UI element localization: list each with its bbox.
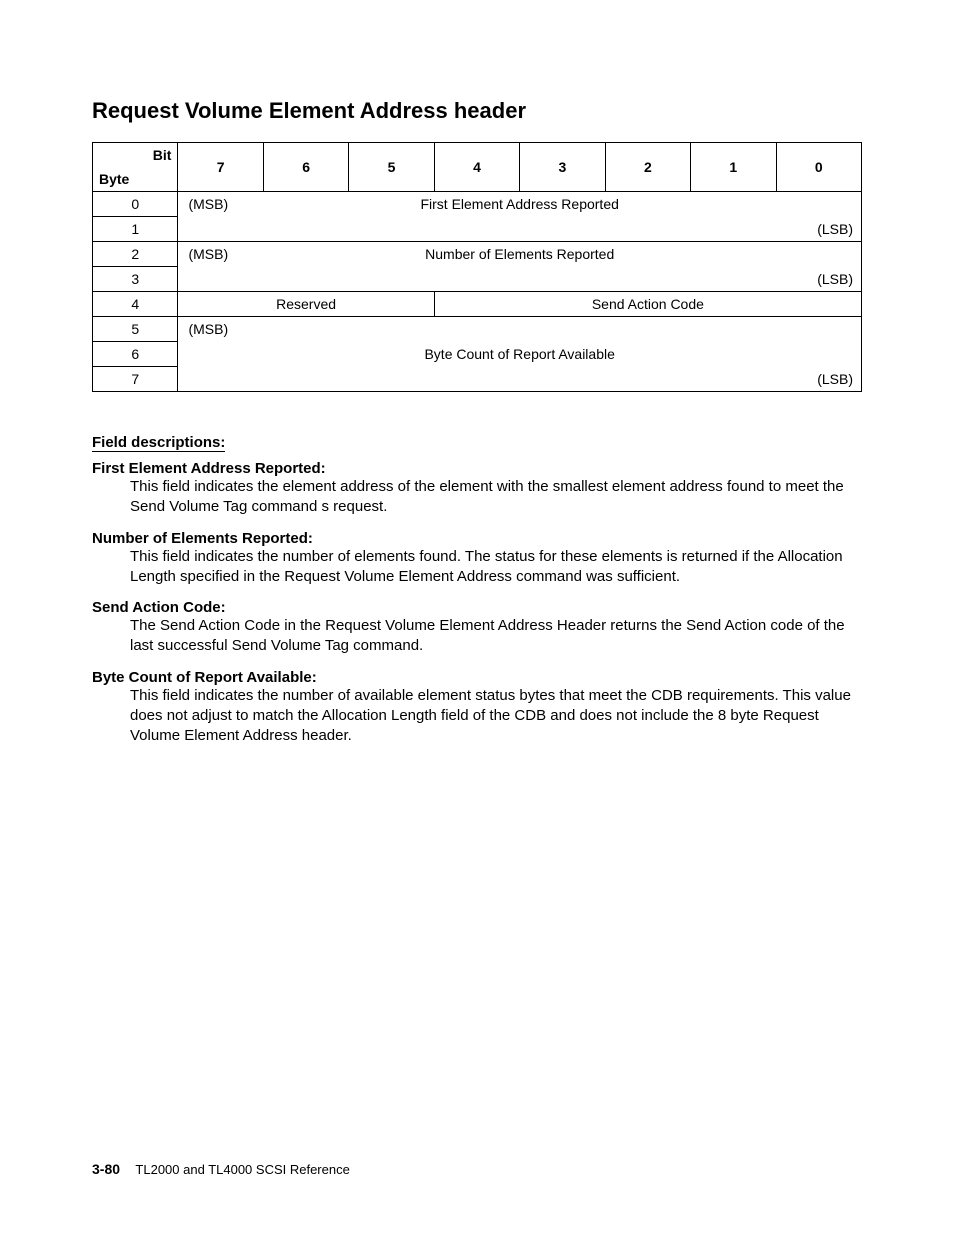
byte-3: 3 <box>93 267 178 292</box>
field-description-item: Send Action Code: The Send Action Code i… <box>92 599 862 657</box>
field-text: This field indicates the number of avail… <box>130 686 862 747</box>
byte-count-report-available: Byte Count of Report Available <box>263 342 776 367</box>
bit-col-5: 5 <box>349 143 434 192</box>
field-text: The Send Action Code in the Request Volu… <box>130 616 862 657</box>
lsb-label: (LSB) <box>776 217 862 242</box>
footer-doc-title: TL2000 and TL4000 SCSI Reference <box>135 1162 349 1177</box>
header-byte-label: Byte <box>93 167 178 192</box>
bit-col-2: 2 <box>605 143 690 192</box>
field-descriptions-heading: Field descriptions: <box>92 434 225 452</box>
byte-7: 7 <box>93 367 178 392</box>
bit-byte-table: Bit 7 6 5 4 3 2 1 0 Byte 0 (MSB) First E… <box>92 142 862 392</box>
msb-label: (MSB) <box>178 317 263 342</box>
msb-label: (MSB) <box>178 192 263 217</box>
field-description-item: First Element Address Reported: This fie… <box>92 460 862 518</box>
field-name: First Element Address Reported: <box>92 460 862 477</box>
field-name: Number of Elements Reported: <box>92 530 862 547</box>
bit-col-7: 7 <box>178 143 263 192</box>
byte-2: 2 <box>93 242 178 267</box>
lsb-label: (LSB) <box>776 267 862 292</box>
byte-1: 1 <box>93 217 178 242</box>
bit-col-1: 1 <box>691 143 776 192</box>
byte-6: 6 <box>93 342 178 367</box>
bit-col-4: 4 <box>434 143 519 192</box>
field-description-item: Byte Count of Report Available: This fie… <box>92 669 862 747</box>
send-action-code-field: Send Action Code <box>434 292 861 317</box>
number-elements-reported: Number of Elements Reported <box>263 242 776 267</box>
page-footer: 3-80 TL2000 and TL4000 SCSI Reference <box>92 1161 350 1177</box>
msb-label: (MSB) <box>178 242 263 267</box>
first-element-reported: First Element Address Reported <box>263 192 776 217</box>
header-bit-label: Bit <box>93 143 178 168</box>
bit-col-6: 6 <box>263 143 348 192</box>
byte-5: 5 <box>93 317 178 342</box>
field-text: This field indicates the element address… <box>130 477 862 518</box>
field-name: Send Action Code: <box>92 599 862 616</box>
field-text: This field indicates the number of eleme… <box>130 547 862 588</box>
bit-col-0: 0 <box>776 143 862 192</box>
page-number: 3-80 <box>92 1161 120 1177</box>
byte-0: 0 <box>93 192 178 217</box>
reserved-field: Reserved <box>178 292 434 317</box>
byte-4: 4 <box>93 292 178 317</box>
section-title: Request Volume Element Address header <box>92 98 862 124</box>
bit-col-3: 3 <box>520 143 605 192</box>
field-name: Byte Count of Report Available: <box>92 669 862 686</box>
field-description-item: Number of Elements Reported: This field … <box>92 530 862 588</box>
lsb-label: (LSB) <box>776 367 862 392</box>
